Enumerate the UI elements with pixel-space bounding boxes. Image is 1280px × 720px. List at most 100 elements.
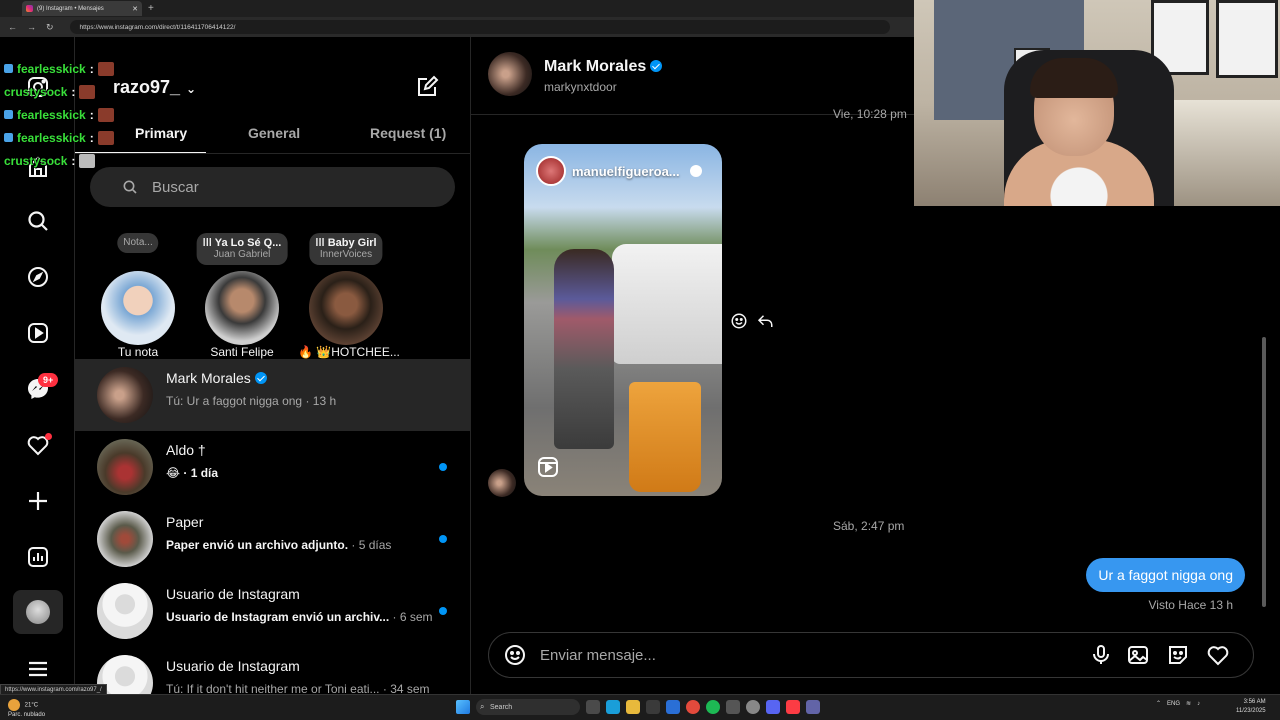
thread-name: Usuario de Instagram bbox=[166, 658, 300, 674]
thread-preview: Tú: Ur a faggot nigga ong · 13 h bbox=[166, 394, 337, 408]
avatar bbox=[97, 439, 153, 495]
weather-icon bbox=[8, 699, 20, 711]
edge-icon[interactable] bbox=[606, 700, 620, 714]
message-timestamp: Vie, 10:28 pm bbox=[833, 107, 907, 121]
badge-icon bbox=[4, 133, 13, 142]
note-bubble[interactable]: ǀǀǀ Ya Lo Sé Q... Juan Gabriel bbox=[196, 233, 288, 265]
message-timestamp: Sáb, 2:47 pm bbox=[833, 519, 905, 533]
teams-icon[interactable] bbox=[806, 700, 820, 714]
message-composer[interactable]: Enviar mensaje... bbox=[488, 632, 1254, 678]
tab-general[interactable]: General bbox=[248, 125, 300, 141]
emoji-icon[interactable] bbox=[503, 643, 527, 667]
reel-person-image bbox=[554, 249, 614, 449]
new-tab-button[interactable]: + bbox=[148, 3, 154, 14]
search-input[interactable]: Buscar bbox=[90, 167, 455, 207]
note-song-title: ǀǀǀ Ya Lo Sé Q... bbox=[202, 237, 282, 249]
tab-requests[interactable]: Request (1) bbox=[370, 125, 446, 141]
emote-icon bbox=[97, 61, 114, 76]
note-label: Tu nota bbox=[117, 345, 159, 359]
address-bar-row: ← → ↻ https://www.instagram.com/direct/t… bbox=[0, 17, 914, 37]
note-item[interactable]: ǀǀǀ Baby Girl InnerVoices 🔥 👑HOTCHEE... bbox=[298, 233, 400, 359]
file-explorer-icon[interactable] bbox=[626, 700, 640, 714]
avatar[interactable] bbox=[488, 52, 532, 96]
system-clock[interactable]: 3:56 AM 11/23/2025 bbox=[1236, 698, 1266, 716]
discord-icon[interactable] bbox=[766, 700, 780, 714]
tab-primary[interactable]: Primary bbox=[135, 125, 187, 141]
search-icon bbox=[123, 180, 137, 194]
reel-author[interactable]: manuelfigueroa... bbox=[536, 156, 702, 186]
search-icon[interactable] bbox=[24, 207, 52, 235]
thread-name: Mark Morales bbox=[166, 370, 267, 386]
chrome-icon[interactable] bbox=[686, 700, 700, 714]
dashboard-chart-icon[interactable] bbox=[24, 543, 52, 571]
volume-icon[interactable]: ♪ bbox=[1197, 701, 1200, 707]
chevron-down-icon: ⌄ bbox=[186, 82, 197, 96]
avatar bbox=[101, 271, 175, 345]
sticker-icon[interactable] bbox=[1166, 643, 1190, 667]
wifi-icon[interactable]: ≋ bbox=[1186, 700, 1191, 707]
close-tab-icon[interactable]: ✕ bbox=[132, 5, 138, 13]
contact-name[interactable]: Mark Morales bbox=[544, 58, 663, 76]
account-switcher[interactable]: razo97_ ⌄ bbox=[113, 77, 196, 98]
back-icon[interactable]: ← bbox=[8, 22, 17, 32]
more-menu-icon[interactable] bbox=[24, 655, 52, 683]
weather-widget[interactable]: 21°C Parc. nublado bbox=[8, 699, 45, 719]
heart-icon[interactable] bbox=[1206, 643, 1230, 667]
forward-icon[interactable]: → bbox=[27, 22, 36, 32]
username: razo97_ bbox=[113, 77, 181, 97]
shared-reel[interactable]: manuelfigueroa... bbox=[524, 144, 722, 496]
spotify-icon[interactable] bbox=[706, 700, 720, 714]
url-field[interactable]: https://www.instagram.com/direct/t/11641… bbox=[69, 20, 890, 34]
reel-cup-image bbox=[629, 382, 701, 492]
windows-start-icon[interactable] bbox=[456, 700, 470, 714]
chevron-up-icon[interactable]: ⌃ bbox=[1156, 700, 1161, 707]
profile-avatar[interactable] bbox=[13, 590, 63, 634]
thread-row[interactable]: Mark Morales Tú: Ur a faggot nigga ong ·… bbox=[75, 359, 470, 431]
scrollbar[interactable] bbox=[1262, 337, 1266, 607]
emote-icon bbox=[79, 84, 96, 99]
note-bubble[interactable]: ǀǀǀ Baby Girl InnerVoices bbox=[309, 233, 383, 265]
terminal-icon[interactable] bbox=[726, 700, 740, 714]
notifications-dot bbox=[45, 433, 52, 440]
reel-car-image bbox=[612, 244, 722, 364]
thread-row[interactable]: Aldo † 😂 · 1 día bbox=[75, 431, 470, 503]
reels-icon[interactable] bbox=[24, 319, 52, 347]
image-icon[interactable] bbox=[1126, 643, 1150, 667]
unread-dot bbox=[439, 535, 447, 543]
thread-preview: Paper envió un archivo adjunto. · 5 días bbox=[166, 538, 392, 552]
thread-row[interactable]: Usuario de Instagram Tú: If it don't hit… bbox=[75, 647, 470, 694]
system-tray[interactable]: ⌃ ENG ≋ ♪ bbox=[1156, 700, 1200, 708]
microphone-icon[interactable] bbox=[1089, 643, 1113, 667]
stream-chat-overlay: fearlesskick: crustysock: fearlesskick: … bbox=[4, 57, 114, 172]
thread-preview: Usuario de Instagram envió un archiv... … bbox=[166, 610, 433, 624]
reply-icon[interactable] bbox=[756, 312, 774, 330]
sent-message-bubble[interactable]: Ur a faggot nigga ong bbox=[1086, 558, 1245, 592]
store-icon[interactable] bbox=[646, 700, 660, 714]
reels-icon bbox=[536, 455, 560, 484]
stream-chat-line: crustysock: bbox=[4, 80, 114, 103]
obs-icon[interactable] bbox=[746, 700, 760, 714]
note-item[interactable]: Nota... Tu nota bbox=[90, 233, 186, 359]
note-bubble[interactable]: Nota... bbox=[117, 233, 159, 253]
mail-icon[interactable] bbox=[666, 700, 680, 714]
note-item[interactable]: ǀǀǀ Ya Lo Sé Q... Juan Gabriel Santi Fel… bbox=[194, 233, 290, 359]
thread-name: Paper bbox=[166, 514, 204, 530]
music-icon[interactable] bbox=[786, 700, 800, 714]
reload-icon[interactable]: ↻ bbox=[46, 22, 54, 33]
search-placeholder: Buscar bbox=[152, 178, 199, 196]
thread-row[interactable]: Paper Paper envió un archivo adjunto. · … bbox=[75, 503, 470, 575]
react-emoji-icon[interactable] bbox=[730, 312, 748, 330]
task-view-icon[interactable] bbox=[586, 700, 600, 714]
compose-message-icon[interactable] bbox=[415, 75, 439, 99]
unread-dot bbox=[439, 607, 447, 615]
create-plus-icon[interactable] bbox=[24, 487, 52, 515]
taskbar-search[interactable]: Search bbox=[476, 699, 580, 715]
explore-compass-icon[interactable] bbox=[24, 263, 52, 291]
stream-chat-line: fearlesskick: bbox=[4, 103, 114, 126]
browser-tab[interactable]: (9) Instagram • Mensajes ✕ bbox=[22, 1, 142, 16]
message-input-placeholder[interactable]: Enviar mensaje... bbox=[540, 647, 656, 664]
lang-indicator[interactable]: ENG bbox=[1167, 701, 1180, 707]
contact-handle: markynxtdoor bbox=[544, 80, 617, 94]
verified-badge-icon bbox=[689, 165, 702, 177]
thread-row[interactable]: Usuario de Instagram Usuario de Instagra… bbox=[75, 575, 470, 647]
